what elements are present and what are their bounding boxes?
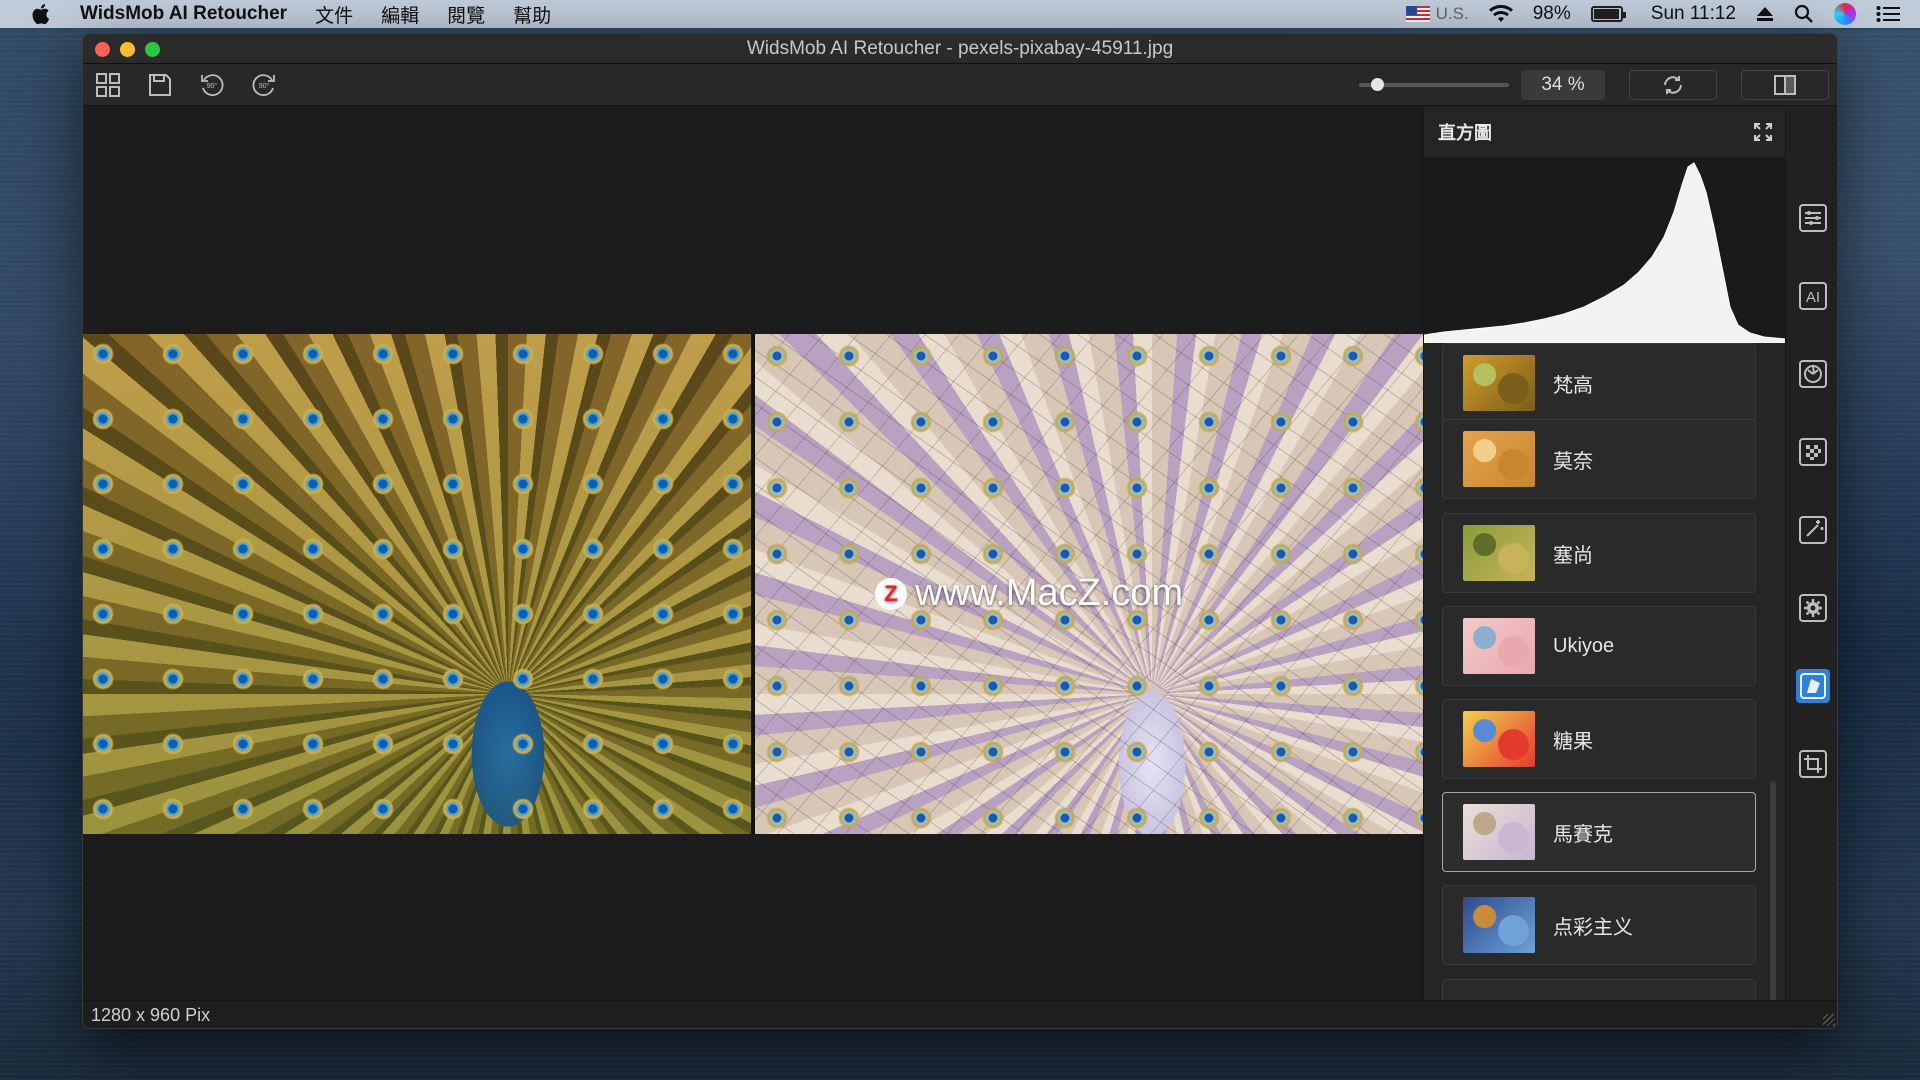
filter-label: Ukiyoe [1553,634,1615,657]
status-bar: 1280 x 960 Pix [83,1000,1837,1028]
filter-thumbnail [1463,525,1535,581]
filter-item-ukiyoe[interactable]: Ukiyoe [1442,606,1756,686]
menu-bar: WidsMob AI Retoucher 文件 編輯 閱覽 幫助 U.S. 98… [0,0,1920,28]
battery-fill [1593,9,1619,19]
watermark-text: www.MacZ.com [915,572,1184,614]
toolbar: 90° 90° 34 % [83,64,1837,106]
watermark: Z www.MacZ.com [875,572,1183,615]
filter-label: 点彩主义 [1553,916,1633,939]
filter-item-van-gogh[interactable]: 梵高 [1442,343,1756,423]
zoom-slider-handle[interactable] [1371,77,1384,91]
magic-wand-icon [1799,516,1827,544]
menu-view[interactable]: 閱覽 [447,1,485,28]
rotate-right-button[interactable]: 90° [247,69,281,101]
minimize-window-button[interactable] [120,42,135,57]
wifi-icon[interactable] [1488,5,1513,23]
filter-list-scrollbar[interactable] [1770,781,1776,1000]
histogram-header: 直方圖 [1424,107,1785,157]
filter-thumbnail [1463,355,1535,411]
svg-text:AI: AI [1806,289,1820,306]
tool-sidebar: AI [1785,107,1837,1000]
window-title: WidsMob AI Retoucher - pexels-pixabay-45… [746,37,1174,59]
crop-icon [1799,750,1827,778]
us-flag-icon[interactable] [1405,6,1430,22]
noise-button[interactable] [1796,435,1830,469]
menu-file[interactable]: 文件 [315,1,353,28]
ai-icon: AI [1799,282,1827,310]
close-window-button[interactable] [95,42,110,57]
svg-text:90°: 90° [259,82,270,90]
noise-icon [1799,438,1827,466]
filter-thumbnail [1463,711,1535,767]
app-window: WidsMob AI Retoucher - pexels-pixabay-45… [82,33,1838,1029]
browser-grid-button[interactable] [91,69,125,101]
reset-button[interactable] [1629,69,1717,100]
crop-button[interactable] [1796,747,1830,781]
expand-histogram-button[interactable] [1753,122,1773,142]
adjustments-icon [1799,204,1827,232]
histogram [1423,157,1787,344]
input-language-label[interactable]: U.S. [1436,4,1469,24]
style-filter-icon [1800,673,1826,699]
lens-button[interactable] [1796,357,1830,391]
filter-item-cezanne[interactable]: 塞尚 [1442,513,1756,593]
magic-wand-button[interactable] [1796,513,1830,547]
filter-thumbnail [1463,897,1535,953]
filter-item-next[interactable] [1442,979,1756,1000]
settings-button[interactable] [1796,591,1830,625]
adjustments-button[interactable] [1796,201,1830,235]
filter-label: 糖果 [1553,730,1593,753]
style-filter-list[interactable]: 梵高 莫奈 塞尚 Ukiyoe 糖果 馬賽克 点彩主义 [1424,343,1786,1000]
image-dimensions: 1280 x 960 Pix [91,1005,211,1025]
filter-thumbnail [1463,804,1535,860]
clock[interactable]: Sun 11:12 [1651,3,1736,25]
style-filter-button[interactable] [1796,669,1830,703]
menu-help[interactable]: 幫助 [513,1,551,28]
style-panel: 直方圖 梵高 莫奈 塞尚 Ukiyoe 糖果 馬賽克 点彩主义 [1423,107,1787,1000]
watermark-logo: Z [875,577,907,610]
rotate-left-90-icon: 90° [201,73,224,96]
menu-edit[interactable]: 編輯 [381,1,419,28]
zoom-slider[interactable] [1359,77,1509,91]
filter-thumbnail [1463,618,1535,674]
lens-icon [1799,360,1827,388]
zoom-percent-field[interactable]: 34 % [1521,69,1605,100]
siri-icon[interactable] [1834,3,1856,25]
grid-icon [96,72,120,97]
image-canvas[interactable]: Z www.MacZ.com [83,107,1423,1000]
expand-icon [1754,123,1772,141]
ai-enhance-button[interactable]: AI [1796,279,1830,313]
apple-icon[interactable] [30,1,56,27]
eject-icon[interactable] [1756,6,1774,22]
filter-label: 梵高 [1553,374,1593,397]
resize-grip[interactable] [1823,1014,1835,1026]
notification-center-icon[interactable] [1876,5,1900,23]
filter-item-mosaic[interactable]: 馬賽克 [1442,792,1756,872]
filter-item-candy[interactable]: 糖果 [1442,699,1756,779]
split-view-button[interactable] [1741,69,1829,100]
maximize-window-button[interactable] [145,42,160,57]
battery-percent[interactable]: 98% [1533,3,1571,25]
save-button[interactable] [143,69,177,101]
split-view-icon [1774,74,1796,95]
menu-app-name[interactable]: WidsMob AI Retoucher [80,3,287,25]
save-icon [149,73,171,96]
filter-label: 莫奈 [1553,450,1593,473]
window-controls [95,42,160,57]
spotlight-search-icon[interactable] [1794,4,1814,24]
battery-icon[interactable] [1590,6,1626,22]
reset-icon [1664,75,1682,94]
filter-item-pointillism[interactable]: 点彩主义 [1442,885,1756,965]
rotate-left-button[interactable]: 90° [195,69,229,101]
filter-item-monet[interactable]: 莫奈 [1442,419,1756,499]
filter-thumbnail [1463,431,1535,487]
settings-icon [1799,594,1827,622]
histogram-title: 直方圖 [1438,123,1492,143]
filter-label: 馬賽克 [1553,823,1613,846]
filter-label: 塞尚 [1553,544,1593,567]
rotate-right-90-icon: 90° [252,73,275,96]
title-bar[interactable]: WidsMob AI Retoucher - pexels-pixabay-45… [83,34,1837,64]
svg-text:90°: 90° [207,82,218,90]
original-image[interactable] [83,334,751,834]
